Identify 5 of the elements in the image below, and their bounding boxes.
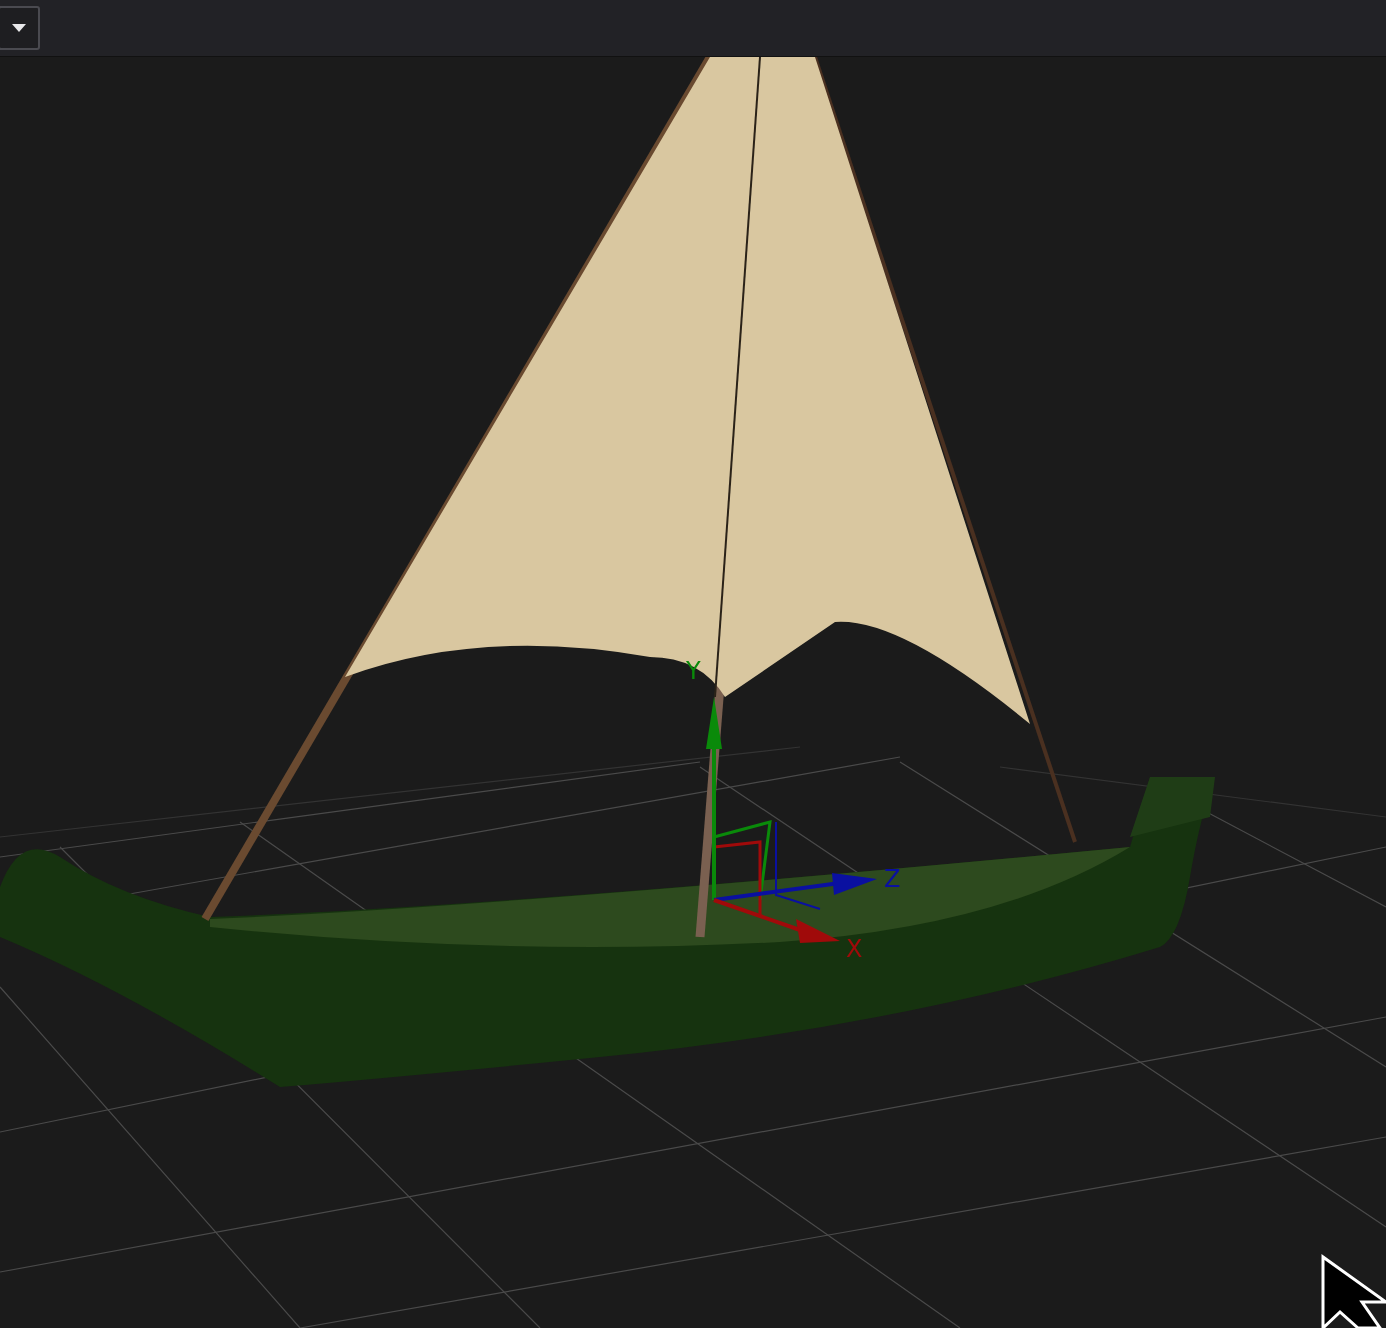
axis-label: X bbox=[846, 935, 863, 963]
axis-label: Z bbox=[884, 865, 901, 893]
caret-icon bbox=[11, 23, 27, 33]
cursor-icon bbox=[1321, 1254, 1386, 1328]
dropdown-button[interactable] bbox=[0, 6, 40, 50]
